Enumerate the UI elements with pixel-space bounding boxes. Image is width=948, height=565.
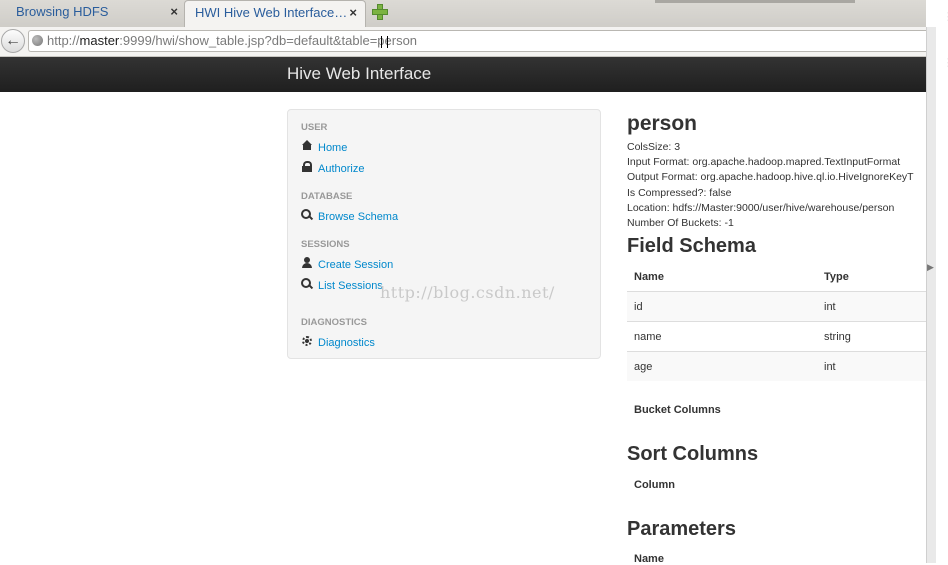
table-prop-cols-size: ColsSize: 3 [627,141,681,153]
url-path: :9999/hwi/show_table.jsp?db=default&tabl… [119,33,418,48]
browser-navbar: ← http://master:9999/hwi/show_table.jsp?… [0,27,926,57]
table-prop-input-format: Input Format: org.apache.hadoop.mapred.T… [627,156,901,168]
parameters-heading: Parameters [627,518,736,540]
scroll-right-arrow-icon[interactable]: ▶ [927,262,934,273]
bucket-columns-label: Bucket Columns [634,404,721,416]
sidebar-item-label: Home [318,142,348,154]
url-prefix: http:// [47,33,80,48]
cell-type: int [824,361,836,373]
tab-browsing-hdfs[interactable]: Browsing HDFS × [0,0,186,27]
watermark-text: http://blog.csdn.net/ [380,283,555,302]
sidebar-item-label: Browse Schema [318,211,399,223]
sidebar-item-label: Authorize [318,163,365,175]
column-header-name: Name [634,271,664,283]
url-host: master [79,33,120,48]
back-arrow-icon[interactable]: ← [1,29,25,53]
cell-type: string [824,331,851,343]
text-cursor-icon [381,36,388,48]
brand-title[interactable]: Hive Web Interface [287,57,431,90]
tab-close-icon[interactable]: × [349,1,357,24]
home-icon [301,140,313,152]
sidebar-item-create-session[interactable]: Create Session [301,257,393,273]
sort-columns-heading: Sort Columns [627,443,759,465]
tab-close-icon[interactable]: × [170,0,178,23]
sort-column-header: Column [634,479,675,491]
sidebar-item-authorize[interactable]: Authorize [301,161,364,177]
address-bar[interactable]: http://master:9999/hwi/show_table.jsp?db… [28,30,926,52]
user-icon [301,257,313,269]
sidebar-nav: USER Home Authorize DATABASE Browse Sche… [287,109,601,359]
table-prop-compressed: Is Compressed?: false [627,187,732,199]
tab-label: Browsing HDFS [16,4,109,19]
new-tab-plus-icon[interactable] [372,4,388,20]
table-row: name string [627,321,926,351]
nav-header-diagnostics: DIAGNOSTICS [301,317,367,328]
search-icon [301,209,313,221]
column-header-type: Type [824,271,849,283]
page-topbar: Hive Web Interface [0,57,926,92]
page-title: person [627,112,698,135]
tabbar-decoration [655,0,855,3]
cell-name: id [634,301,643,313]
cell-name: age [634,361,653,373]
sidebar-item-label: List Sessions [318,280,383,292]
cell-name: name [634,331,662,343]
edge-glyph-icon: ⋮ [943,10,948,23]
globe-icon [32,35,43,46]
lock-icon [301,161,313,173]
parameters-column-header: Name [634,553,664,565]
table-prop-output-format: Output Format: org.apache.hadoop.hive.ql… [627,171,914,183]
table-header-row: Name Type [627,262,926,292]
vertical-scrollbar[interactable] [926,27,936,563]
edge-glyph-icon: ⋮ [943,56,948,69]
table-row: id int [627,291,926,321]
search-icon [301,278,313,290]
sidebar-item-diagnostics[interactable]: Diagnostics [301,335,375,351]
nav-header-database: DATABASE [301,191,353,202]
sidebar-item-browse-schema[interactable]: Browse Schema [301,209,398,225]
browser-tabbar: Browsing HDFS × HWI Hive Web Interface… … [0,0,926,28]
sidebar-item-label: Create Session [318,259,394,271]
tab-hwi[interactable]: HWI Hive Web Interface… × [184,0,366,27]
sidebar-item-label: Diagnostics [318,337,375,349]
field-schema-heading: Field Schema [627,235,756,257]
table-row: age int [627,351,926,381]
sidebar-item-home[interactable]: Home [301,140,347,156]
table-prop-buckets: Number Of Buckets: -1 [627,217,734,229]
gear-icon [301,335,313,347]
table-prop-location: Location: hdfs://Master:9000/user/hive/w… [627,202,895,214]
sidebar-item-list-sessions[interactable]: List Sessions [301,278,383,294]
cell-type: int [824,301,836,313]
nav-header-user: USER [301,122,328,133]
tab-label: HWI Hive Web Interface… [195,5,348,20]
nav-header-sessions: SESSIONS [301,239,350,250]
